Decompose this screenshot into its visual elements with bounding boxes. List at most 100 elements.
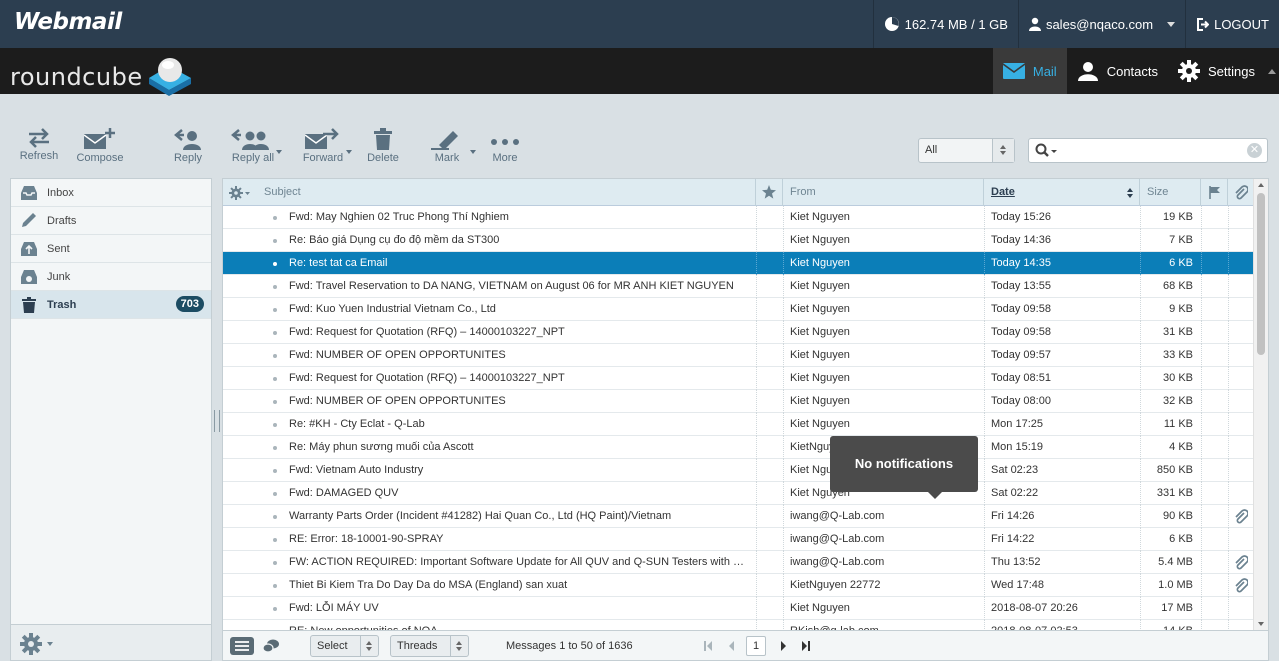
reply-all-dropdown-icon[interactable] [276,150,282,154]
unread-status-icon[interactable] [273,377,277,381]
message-subject[interactable]: Fwd: LỖI MÁY UV [289,597,751,620]
unread-status-icon[interactable] [273,515,277,519]
unread-status-icon[interactable] [273,239,277,243]
list-options-gear-icon[interactable] [229,186,251,200]
forward-button[interactable]: Forward [290,128,356,172]
from-column-header[interactable]: From [783,179,984,206]
message-subject[interactable]: Re: Báo giá Dụng cụ đo độ mềm da ST300 [289,229,751,252]
message-from[interactable]: Kiet Nguyen [790,298,980,321]
reply-all-button[interactable]: Reply all [220,128,286,172]
chevron-down-icon[interactable] [1167,21,1176,27]
threads-icon[interactable] [263,639,279,653]
user-menu[interactable]: sales@nqaco.com [1017,0,1185,48]
message-subject[interactable]: Fwd: Travel Reservation to DA NANG, VIET… [289,275,751,298]
message-from[interactable]: KietNguyen 22772 [790,574,980,597]
forward-dropdown-icon[interactable] [346,150,352,154]
compose-button[interactable]: Compose [70,128,130,172]
unread-status-icon[interactable] [273,446,277,450]
folder-inbox[interactable]: Inbox [11,179,211,207]
date-column-header[interactable]: Date [984,179,1140,206]
message-subject[interactable]: Fwd: May Nghien 02 Truc Phong Thí Nghiem [289,206,751,229]
first-page-icon[interactable] [703,641,713,651]
message-subject[interactable]: Fwd: NUMBER OF OPEN OPPORTUNITES [289,344,751,367]
scroll-up-icon[interactable] [1258,183,1264,187]
logout-button[interactable]: LOGOUT [1185,0,1279,48]
list-scrollbar[interactable] [1253,179,1268,630]
table-row[interactable]: Re: Máy phun sương muối của Ascott KietNg… [223,436,1255,459]
message-from[interactable]: Kiet Nguyen [790,321,980,344]
unread-status-icon[interactable] [273,400,277,404]
message-from[interactable]: Kiet Nguyen [790,597,980,620]
message-subject[interactable]: Thiet Bi Kiem Tra Do Day Da do MSA (Engl… [289,574,751,597]
unread-status-icon[interactable] [273,584,277,588]
folder-drafts[interactable]: Drafts [11,207,211,235]
message-from[interactable]: Kiet Nguyen [790,390,980,413]
unread-status-icon[interactable] [273,285,277,289]
table-row[interactable]: Fwd: Request for Quotation (RFQ) – 14000… [223,321,1255,344]
reply-button[interactable]: Reply [158,128,218,172]
nav-mail[interactable]: Mail [992,48,1067,94]
folder-sent[interactable]: Sent [11,235,211,263]
table-row[interactable]: Re: Báo giá Dụng cụ đo độ mềm da ST300 Ki… [223,229,1255,252]
unread-status-icon[interactable] [273,262,277,266]
folder-actions-dropdown-icon[interactable] [47,642,53,646]
table-row[interactable]: Fwd: LỖI MÁY UV Kiet Nguyen 2018-08-07 20:… [223,597,1255,620]
message-subject[interactable]: Re: test tat ca Email [289,252,751,275]
more-button[interactable]: More [475,128,535,172]
scroll-thumb[interactable] [1257,193,1265,355]
scroll-down-icon[interactable] [1258,622,1264,626]
table-row[interactable]: Warranty Parts Order (Incident #41282) H… [223,505,1255,528]
table-row[interactable]: Thiet Bi Kiem Tra Do Day Da do MSA (Engl… [223,574,1255,597]
table-row[interactable]: Fwd: Vietnam Auto Industry Kiet Nguyen Sat… [223,459,1255,482]
table-row[interactable]: Fwd: Kuo Yuen Industrial Vietnam Co., Lt… [223,298,1255,321]
message-subject[interactable]: Fwd: Kuo Yuen Industrial Vietnam Co., Lt… [289,298,751,321]
header-scroll-up[interactable] [1265,48,1279,94]
size-column-header[interactable]: Size [1140,179,1201,206]
unread-status-icon[interactable] [273,538,277,542]
unread-status-icon[interactable] [273,561,277,565]
filter-spinner[interactable] [992,139,1014,162]
attachment-column-header[interactable] [1228,179,1255,206]
mark-button[interactable]: Mark [414,128,480,172]
unread-status-icon[interactable] [273,469,277,473]
unread-status-icon[interactable] [273,331,277,335]
clear-search-icon[interactable]: ✕ [1247,143,1262,158]
table-row[interactable]: Re: test tat ca Email Kiet Nguyen Today 14… [223,252,1255,275]
message-subject[interactable]: Warranty Parts Order (Incident #41282) H… [289,505,751,528]
unread-status-icon[interactable] [273,308,277,312]
message-subject[interactable]: FW: ACTION REQUIRED: Important Software … [289,551,751,574]
folder-junk[interactable]: Junk [11,263,211,291]
search-icon[interactable] [1035,143,1059,159]
delete-button[interactable]: Delete [353,128,413,172]
search-box[interactable]: ✕ [1028,138,1268,163]
select-dropdown[interactable]: Select [310,635,379,657]
list-view-icon[interactable] [230,637,254,655]
filter-select[interactable]: All [918,138,1015,163]
message-from[interactable]: Kiet Nguyen [790,413,980,436]
table-row[interactable]: RE: Error: 18-10001-90-SPRAY iwang@Q-Lab.… [223,528,1255,551]
nav-contacts[interactable]: Contacts [1067,48,1168,94]
threads-dropdown[interactable]: Threads [390,635,469,657]
message-from[interactable]: Kiet Nguyen [790,206,980,229]
table-row[interactable]: FW: ACTION REQUIRED: Important Software … [223,551,1255,574]
folder-trash[interactable]: Trash 703 [11,291,211,319]
table-row[interactable]: Fwd: NUMBER OF OPEN OPPORTUNITES Kiet Ngu… [223,390,1255,413]
nav-settings[interactable]: Settings [1168,48,1265,94]
table-row[interactable]: Fwd: Travel Reservation to DA NANG, VIET… [223,275,1255,298]
message-from[interactable]: Kiet Nguyen [790,275,980,298]
table-row[interactable]: Re: #KH - Cty Eclat - Q-Lab Kiet Nguyen Mo… [223,413,1255,436]
table-row[interactable]: Fwd: Request for Quotation (RFQ) – 14000… [223,367,1255,390]
message-subject[interactable]: Re: #KH - Cty Eclat - Q-Lab [289,413,751,436]
flagged-column-header[interactable] [756,179,783,206]
page-number-input[interactable]: 1 [746,636,766,656]
message-subject[interactable]: Fwd: Request for Quotation (RFQ) – 14000… [289,321,751,344]
message-subject[interactable]: Fwd: Request for Quotation (RFQ) – 14000… [289,367,751,390]
message-subject[interactable]: Re: Máy phun sương muối của Ascott [289,436,751,459]
last-page-icon[interactable] [801,641,811,651]
pane-splitter[interactable] [214,410,220,432]
message-from[interactable]: Kiet Nguyen [790,367,980,390]
table-row[interactable]: Fwd: May Nghien 02 Truc Phong Thí Nghiem… [223,206,1255,229]
unread-status-icon[interactable] [273,607,277,611]
message-from[interactable]: Kiet Nguyen [790,344,980,367]
previous-page-icon[interactable] [727,641,737,651]
